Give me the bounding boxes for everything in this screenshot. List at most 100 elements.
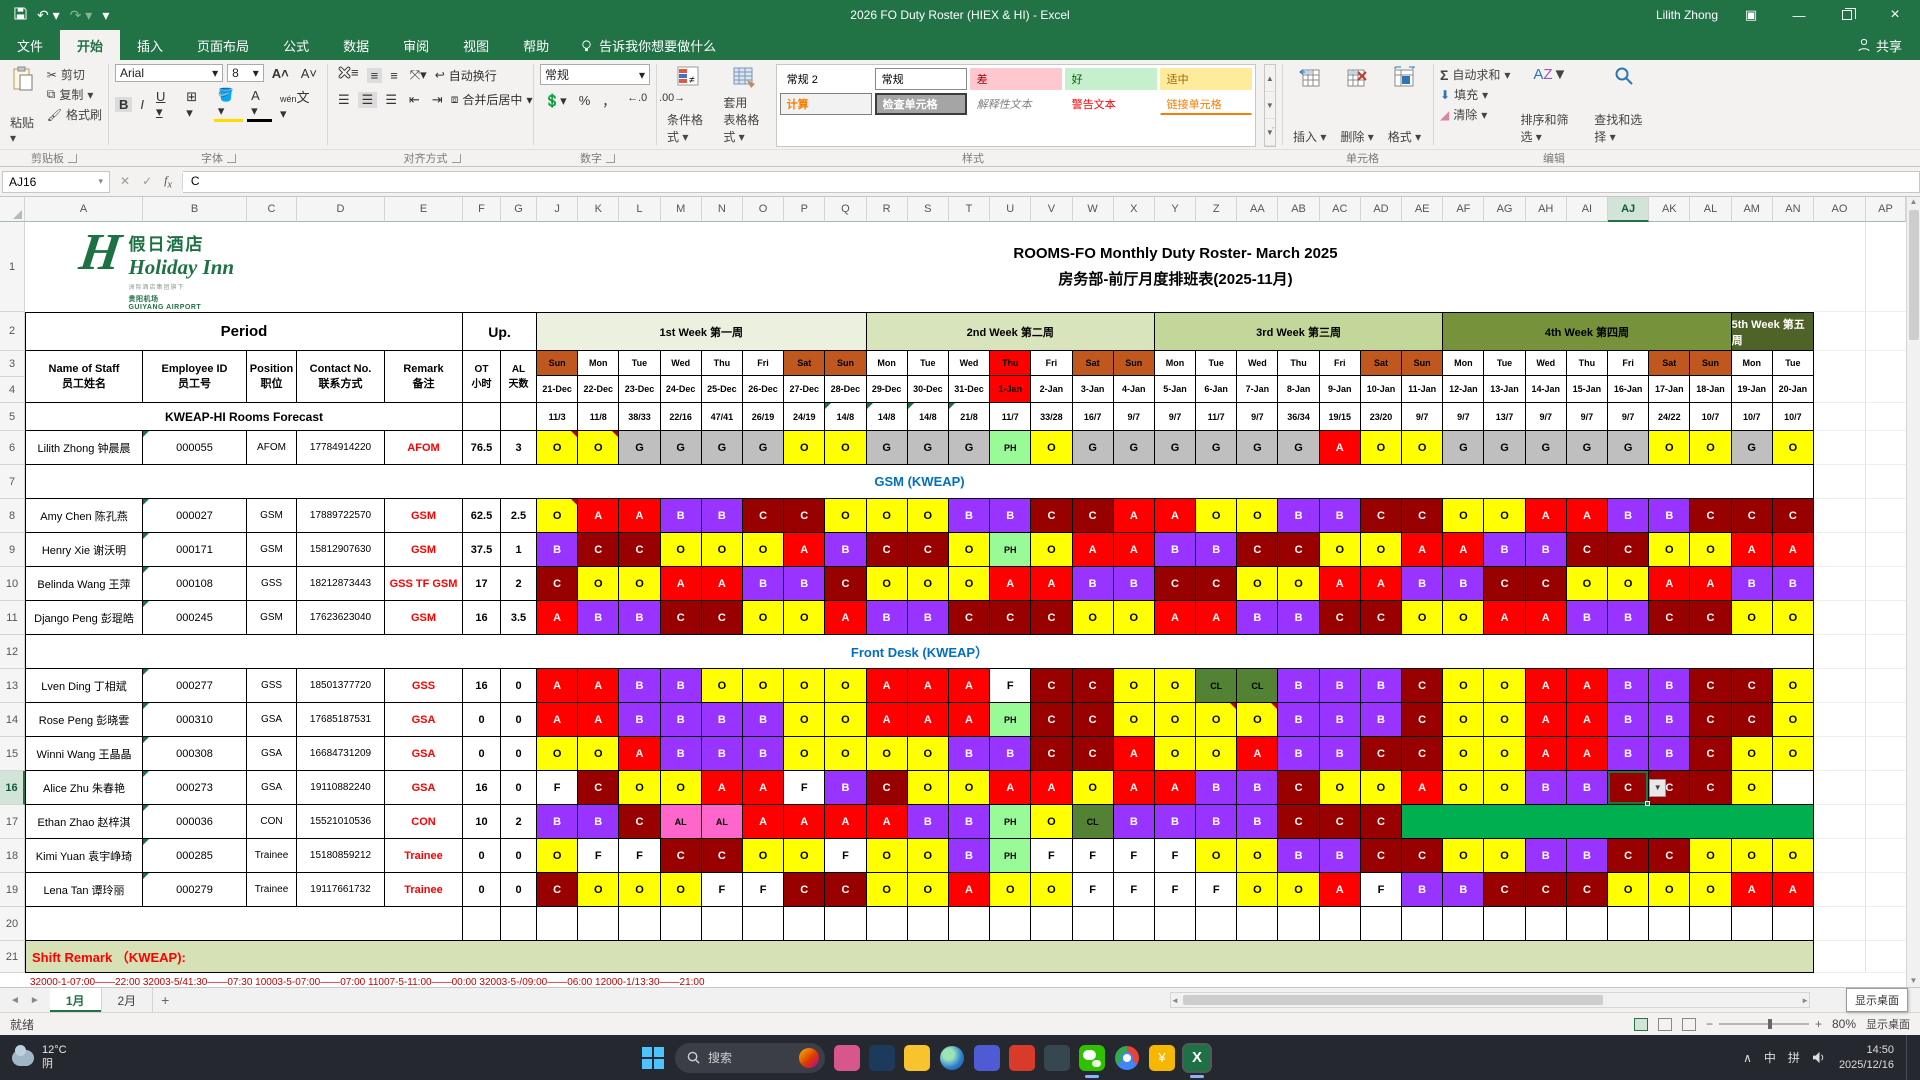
shift-cell[interactable]: O [1031, 431, 1072, 465]
insert-cells-button[interactable]: 插入 ▾ [1289, 64, 1330, 147]
empty-cell[interactable] [1814, 222, 1866, 312]
shift-cell[interactable]: B [1196, 533, 1237, 567]
folder-icon[interactable] [904, 1045, 930, 1071]
forecast-cell[interactable]: 14/8 [867, 403, 908, 431]
shift-cell[interactable]: A [1155, 771, 1196, 805]
shift-cell[interactable]: A [1320, 431, 1361, 465]
row-header-17[interactable]: 17 [0, 805, 25, 839]
shift-cell[interactable]: O [1484, 499, 1525, 533]
forecast-cell[interactable]: 38/33 [619, 403, 660, 431]
forecast-cell[interactable]: 10/7 [1732, 403, 1773, 431]
shift-cell[interactable]: A [1526, 703, 1567, 737]
shift-cell[interactable]: C [867, 771, 908, 805]
vertical-scrollbar[interactable]: ▲▼ [1906, 197, 1920, 987]
empty-cell[interactable] [1814, 499, 1866, 533]
row-header-12[interactable]: 12 [0, 635, 25, 669]
shift-cell[interactable]: C [1690, 703, 1731, 737]
shift-cell[interactable]: O [1649, 533, 1690, 567]
al-days-cell[interactable]: 2.5 [501, 499, 537, 533]
shift-cell[interactable]: A [1031, 771, 1072, 805]
shift-cell[interactable]: C [1402, 669, 1443, 703]
shift-cell[interactable]: B [1608, 737, 1649, 771]
shift-cell[interactable]: B [1237, 771, 1278, 805]
shift-cell[interactable]: A [990, 771, 1031, 805]
forecast-cell[interactable]: 9/7 [1402, 403, 1443, 431]
position-cell[interactable]: Trainee [247, 873, 297, 907]
shift-cell[interactable]: O [1732, 839, 1773, 873]
shift-cell[interactable]: B [1526, 533, 1567, 567]
al-days-cell[interactable]: 0 [501, 703, 537, 737]
shift-cell[interactable]: O [784, 703, 825, 737]
shift-cell[interactable]: O [1196, 499, 1237, 533]
shift-cell[interactable]: A [619, 737, 660, 771]
empty-cell[interactable] [908, 907, 949, 941]
shift-cell[interactable]: C [619, 805, 660, 839]
ot-hours-cell[interactable]: 76.5 [463, 431, 501, 465]
shift-cell[interactable]: A [1320, 873, 1361, 907]
remark-cell[interactable]: Trainee [385, 873, 463, 907]
shift-cell[interactable]: B [949, 499, 990, 533]
shift-cell[interactable]: C [1361, 499, 1402, 533]
shift-cell[interactable]: A [908, 703, 949, 737]
shift-cell[interactable]: A [578, 703, 619, 737]
row-header-18[interactable]: 18 [0, 839, 25, 873]
column-header-Y[interactable]: Y [1155, 197, 1196, 222]
empty-cell[interactable] [1814, 737, 1866, 771]
empty-cell[interactable] [1866, 222, 1906, 312]
position-cell[interactable]: GSM [247, 499, 297, 533]
shift-cell[interactable]: B [743, 567, 784, 601]
column-header-V[interactable]: V [1031, 197, 1072, 222]
shift-cell[interactable]: O [949, 567, 990, 601]
shift-cell[interactable]: O [784, 669, 825, 703]
shift-cell[interactable]: A [743, 771, 784, 805]
empty-cell[interactable] [1866, 771, 1906, 805]
shift-cell[interactable]: O [1484, 737, 1525, 771]
shift-cell[interactable]: C [1031, 669, 1072, 703]
ribbon-tab-视图[interactable]: 视图 [446, 30, 506, 60]
ot-hours-cell[interactable]: 0 [463, 737, 501, 771]
shift-cell[interactable]: A [1114, 771, 1155, 805]
empty-cell[interactable] [702, 907, 743, 941]
cell-style-item[interactable]: 警告文本 [1065, 93, 1157, 115]
al-days-cell[interactable]: 3 [501, 431, 537, 465]
shift-cell[interactable]: F [702, 873, 743, 907]
shift-cell[interactable]: O [578, 873, 619, 907]
row-header-20[interactable]: 20 [0, 907, 25, 941]
shift-cell[interactable]: C [1649, 839, 1690, 873]
shift-cell[interactable]: B [1567, 839, 1608, 873]
shift-cell[interactable]: O [1361, 533, 1402, 567]
chrome-icon[interactable] [1114, 1045, 1140, 1071]
shift-cell[interactable]: O [1484, 771, 1525, 805]
format-painter-button[interactable]: 🖌 格式刷 [47, 106, 102, 123]
shift-cell[interactable]: C [1361, 839, 1402, 873]
shift-cell[interactable]: G [1073, 431, 1114, 465]
shift-cell[interactable]: F [619, 839, 660, 873]
shift-cell[interactable]: O [1278, 567, 1319, 601]
borders-button[interactable]: ⊞ ▾ [182, 89, 210, 121]
contact-cell[interactable]: 19117661732 [297, 873, 385, 907]
shift-cell[interactable]: O [537, 499, 578, 533]
empty-cell[interactable] [784, 907, 825, 941]
shift-cell[interactable]: B [1114, 805, 1155, 839]
shift-cell[interactable]: PH [990, 533, 1031, 567]
shift-cell[interactable]: C [1690, 499, 1731, 533]
customize-qat-icon[interactable]: ▾ [102, 7, 109, 24]
contact-cell[interactable]: 15812907630 [297, 533, 385, 567]
al-days-cell[interactable]: 3.5 [501, 601, 537, 635]
shift-cell[interactable]: C [661, 839, 702, 873]
shift-cell[interactable]: B [1361, 669, 1402, 703]
empty-cell[interactable] [25, 907, 463, 941]
empty-cell[interactable] [1278, 907, 1319, 941]
paste-button[interactable]: 粘贴 ▾ [6, 64, 41, 147]
column-header-A[interactable]: A [25, 197, 143, 222]
shift-cell[interactable]: F [1155, 873, 1196, 907]
shift-cell[interactable]: O [1402, 601, 1443, 635]
ot-hours-cell[interactable]: 37.5 [463, 533, 501, 567]
remark-cell[interactable]: GSM [385, 499, 463, 533]
shift-cell[interactable]: C [578, 771, 619, 805]
shift-cell[interactable]: A [908, 669, 949, 703]
empty-cell[interactable] [1402, 907, 1443, 941]
al-days-cell[interactable]: 2 [501, 805, 537, 839]
empty-cell[interactable] [1866, 635, 1906, 669]
ot-hours-cell[interactable]: 16 [463, 771, 501, 805]
